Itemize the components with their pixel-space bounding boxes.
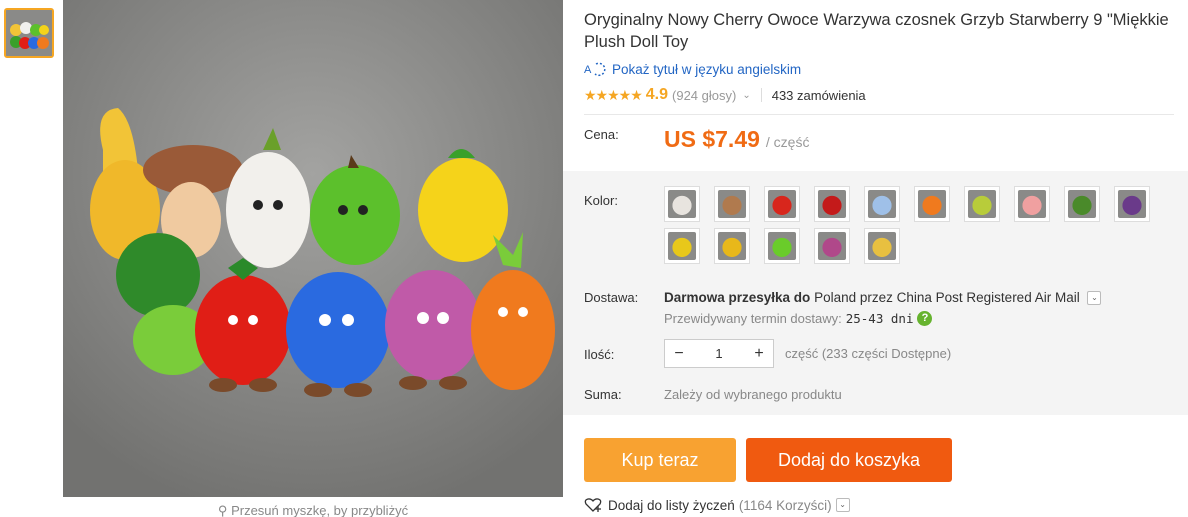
add-to-cart-button[interactable]: Dodaj do koszyka	[746, 438, 952, 482]
product-title: Oryginalny Nowy Cherry Owoce Warzywa czo…	[584, 11, 1169, 51]
wishlist-count: (1164 Korzyści)	[738, 497, 832, 513]
total-label: Suma:	[584, 387, 622, 402]
color-swatch-banana[interactable]	[864, 228, 900, 264]
swatch-image	[868, 232, 896, 260]
quantity-label: Ilość:	[584, 347, 615, 362]
rating-votes[interactable]: (924 głosy)	[672, 88, 736, 103]
price-unit: / część	[765, 134, 810, 150]
product-details-panel: Oryginalny Nowy Cherry Owoce Warzywa czo…	[563, 0, 1188, 515]
buy-now-button[interactable]: Kup teraz	[584, 438, 736, 482]
translate-icon: A	[584, 62, 606, 77]
swatch-image	[918, 190, 946, 218]
total-value: Zależy od wybranego produktu	[664, 387, 842, 402]
help-question-icon[interactable]: ?	[917, 311, 933, 326]
shipping-method: Poland przez China Post Registered Air M…	[814, 290, 1080, 305]
thumbnail-image	[6, 10, 52, 56]
heart-plus-icon	[584, 498, 602, 512]
color-swatch-pear[interactable]	[964, 186, 1000, 222]
swatch-image	[818, 232, 846, 260]
color-swatch-lemon[interactable]	[664, 228, 700, 264]
color-swatch-eggplant[interactable]	[1114, 186, 1150, 222]
delivery-days: 25-43 dni	[845, 311, 914, 326]
color-swatch-cherry[interactable]	[814, 186, 850, 222]
divider	[760, 88, 762, 102]
rating-row: ★★★★★ 4.9 (924 głosy) ⌄ 433 zamówienia	[584, 86, 866, 104]
swatch-image	[1018, 190, 1046, 218]
rating-score: 4.9	[645, 86, 669, 103]
swatch-image	[868, 190, 896, 218]
price-value: US $7.49	[664, 126, 760, 152]
swatch-image	[668, 232, 696, 260]
color-swatch-blueberry[interactable]	[864, 186, 900, 222]
swatch-image	[718, 190, 746, 218]
translate-link-text[interactable]: Pokaż tytuł w języku angielskim	[612, 62, 801, 77]
quantity-stepper: − 1 +	[664, 339, 774, 368]
wishlist-chevron-icon[interactable]: ⌄	[835, 498, 850, 512]
svg-text:A: A	[584, 64, 592, 76]
minus-icon[interactable]: −	[665, 345, 693, 363]
wishlist-label[interactable]: Dodaj do listy życzeń	[608, 498, 735, 513]
color-swatch-cucumber[interactable]	[1064, 186, 1100, 222]
color-swatch-apple[interactable]	[764, 228, 800, 264]
stock-info: część (233 części Dostępne)	[785, 346, 952, 361]
product-thumbnail[interactable]	[4, 8, 54, 58]
orders-count: 433 zamówienia	[771, 87, 866, 103]
rating-stars-icon: ★★★★★	[584, 86, 643, 103]
price: US $7.49 / część	[664, 126, 809, 153]
shipping-dropdown-chevron-icon[interactable]: ⌄	[1087, 291, 1102, 306]
color-swatch-garlic[interactable]	[664, 186, 700, 222]
delivery-estimate: Przewidywany termin dostawy: 25-43 dni ?	[664, 311, 933, 326]
plush-toys-photo	[63, 0, 563, 497]
color-swatch-carrot[interactable]	[914, 186, 950, 222]
plus-icon[interactable]: +	[745, 345, 773, 363]
swatch-image	[668, 190, 696, 218]
swatch-image	[718, 232, 746, 260]
color-swatch-tomato[interactable]	[764, 186, 800, 222]
swatch-image	[968, 190, 996, 218]
price-label: Cena:	[584, 127, 619, 142]
delivery-estimate-label: Przewidywany termin dostawy:	[664, 311, 842, 326]
color-swatch-onion[interactable]	[814, 228, 850, 264]
swatch-image	[1118, 190, 1146, 218]
swatch-image	[768, 190, 796, 218]
product-main-image[interactable]	[63, 0, 563, 497]
color-swatch-strawberry[interactable]	[1014, 186, 1050, 222]
swatch-image	[1068, 190, 1096, 218]
swatch-image	[818, 190, 846, 218]
color-swatch-pepper[interactable]	[714, 228, 750, 264]
quantity-input[interactable]: 1	[693, 346, 745, 361]
swatch-image	[768, 232, 796, 260]
shipping-info: Darmowa przesyłka do Poland przez China …	[664, 290, 1102, 306]
chevron-down-icon[interactable]: ⌄	[742, 90, 750, 101]
color-swatch-mushroom[interactable]	[714, 186, 750, 222]
shipping-free: Darmowa przesyłka do	[664, 290, 811, 305]
divider	[584, 114, 1174, 115]
translate-title-link[interactable]: A Pokaż tytuł w języku angielskim	[584, 61, 801, 77]
shipping-label: Dostawa:	[584, 290, 639, 305]
wishlist-link[interactable]: Dodaj do listy życzeń (1164 Korzyści) ⌄	[584, 497, 850, 513]
color-label: Kolor:	[584, 193, 618, 208]
